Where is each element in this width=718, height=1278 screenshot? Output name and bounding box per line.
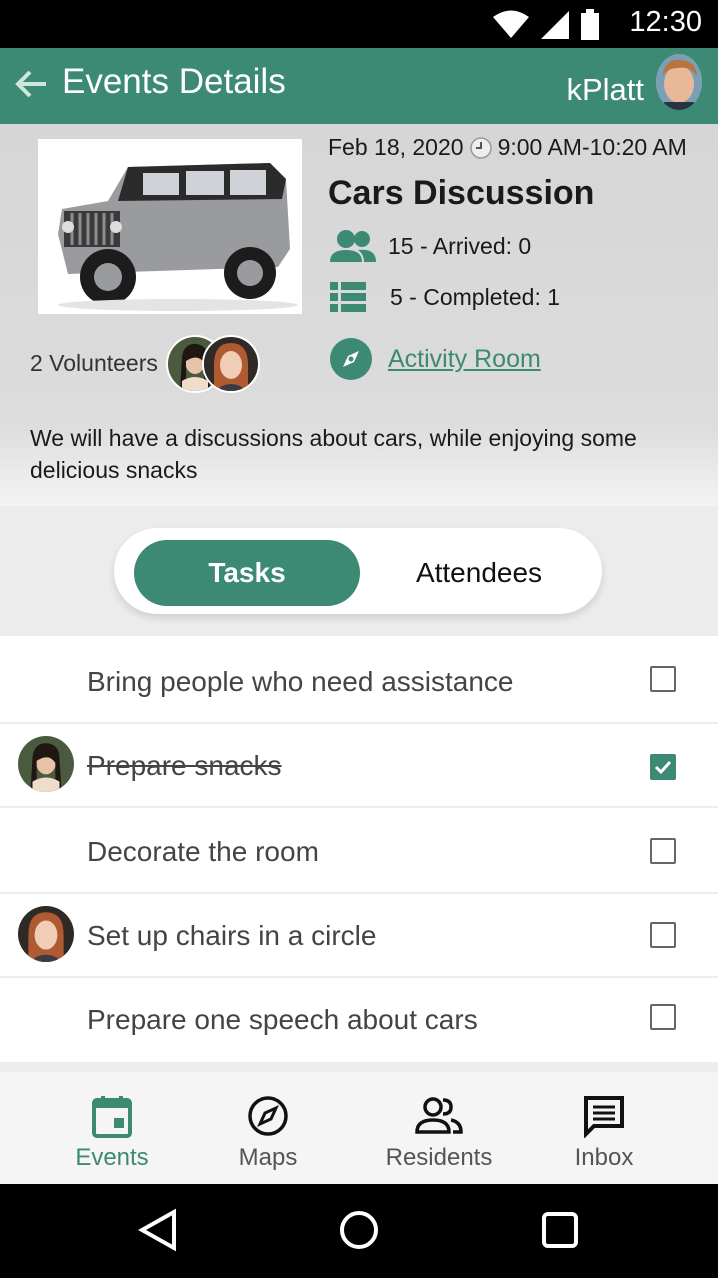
task-row: Prepare one speech about cars (0, 978, 718, 1064)
user-avatar[interactable] (656, 54, 702, 110)
task-label: Bring people who need assistance (87, 666, 514, 697)
tasks-summary: 5 - Completed: 1 (390, 283, 561, 310)
car-image-icon (38, 139, 302, 314)
attendees-row: 15 - Arrived: 0 (330, 228, 531, 264)
volunteer-avatar[interactable] (202, 335, 260, 393)
compass-icon (330, 338, 372, 380)
back-arrow-icon[interactable] (12, 64, 52, 104)
event-title: Cars Discussion (328, 174, 595, 212)
wifi-icon (493, 10, 529, 38)
task-label: Decorate the room (87, 836, 319, 867)
task-checkbox[interactable] (650, 754, 676, 780)
location-link[interactable]: Activity Room (388, 345, 541, 374)
assignee-avatar (18, 736, 74, 792)
username: kPlatt (566, 72, 644, 107)
event-datetime: Feb 18, 2020 9:00 AM-10:20 AM (328, 134, 687, 161)
page-title: Events Details (62, 62, 286, 101)
nav-residents[interactable]: Residents (378, 1072, 500, 1184)
compass-icon (248, 1096, 288, 1136)
message-icon (584, 1096, 624, 1138)
task-row: Decorate the room (0, 808, 718, 894)
task-label: Set up chairs in a circle (87, 920, 377, 951)
volunteers-count: 2 Volunteers (30, 350, 158, 376)
assignee-avatar-icon (18, 736, 74, 792)
task-checkbox[interactable] (650, 838, 676, 864)
tab-attendees[interactable]: Attendees (374, 540, 584, 606)
nav-residents-label: Residents (385, 1144, 493, 1171)
nav-events[interactable]: Events (56, 1072, 168, 1184)
task-row: Bring people who need assistance (0, 636, 718, 724)
calendar-icon (92, 1096, 132, 1138)
event-time: 9:00 AM-10:20 AM (497, 134, 687, 160)
task-checkbox[interactable] (650, 1004, 676, 1030)
user-avatar-icon (656, 54, 702, 110)
event-card: Feb 18, 2020 9:00 AM-10:20 AM Cars Discu… (0, 124, 718, 506)
people-icon (415, 1097, 463, 1134)
task-label: Prepare snacks (87, 750, 282, 781)
task-label: Prepare one speech about cars (87, 1004, 478, 1035)
nav-events-label: Events (75, 1144, 149, 1171)
cellular-signal-icon (541, 11, 569, 39)
system-navigation-bar (0, 1184, 718, 1278)
list-icon (330, 282, 366, 312)
recents-square-icon[interactable] (540, 1208, 580, 1252)
volunteer-avatar-icon (204, 337, 258, 391)
clock: 12:30 (629, 6, 702, 38)
nav-maps-label: Maps (238, 1144, 298, 1171)
event-image (38, 139, 302, 314)
back-triangle-icon[interactable] (138, 1208, 178, 1252)
status-icons (492, 9, 600, 41)
task-list: Bring people who need assistance Prepare… (0, 636, 718, 1064)
task-row: Prepare snacks (0, 724, 718, 808)
tasks-summary-row: 5 - Completed: 1 (330, 282, 560, 312)
attendees-count: 15 - Arrived: 0 (388, 232, 532, 259)
assignee-avatar (18, 906, 74, 962)
event-date: Feb 18, 2020 (328, 134, 464, 160)
home-circle-icon[interactable] (338, 1208, 380, 1252)
event-description: We will have a discussions about cars, w… (30, 425, 637, 483)
bottom-navigation: Events Maps Residents Inbox (0, 1072, 718, 1184)
task-row: Set up chairs in a circle (0, 894, 718, 978)
nav-maps[interactable]: Maps (212, 1072, 324, 1184)
people-icon (330, 230, 376, 262)
checkmark-icon (654, 760, 672, 775)
task-checkbox[interactable] (650, 666, 676, 692)
app-bar: Events Details kPlatt (0, 48, 718, 124)
status-bar: 12:30 (0, 0, 718, 48)
assignee-avatar-icon (18, 906, 74, 962)
nav-inbox[interactable]: Inbox (552, 1072, 656, 1184)
battery-icon (581, 9, 599, 40)
nav-inbox-label: Inbox (574, 1144, 634, 1171)
task-checkbox[interactable] (650, 922, 676, 948)
location-row: Activity Room (330, 338, 541, 380)
tasks-attendees-toggle: Tasks Attendees (114, 528, 602, 614)
tab-tasks[interactable]: Tasks (134, 540, 360, 606)
clock-icon (469, 136, 492, 159)
